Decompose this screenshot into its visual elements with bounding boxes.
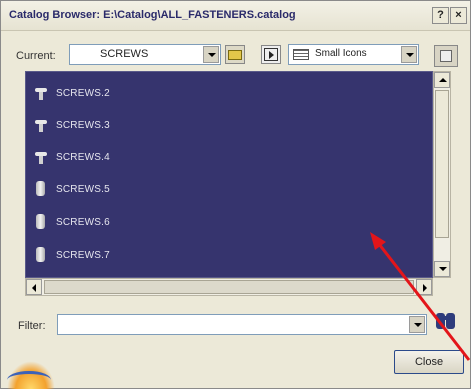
- window-title: Catalog Browser: E:\Catalog\ALL_FASTENER…: [9, 9, 296, 21]
- list-item-label: SCREWS.2: [56, 88, 110, 99]
- list-item[interactable]: SCREWS.3: [32, 116, 282, 136]
- list-item[interactable]: SCREWS.6: [32, 213, 282, 233]
- list-item-label: SCREWS.3: [56, 120, 110, 131]
- list-item-label: SCREWS.7: [56, 250, 110, 261]
- current-chapter-dropdown[interactable]: SCREWS: [69, 44, 221, 65]
- filter-input[interactable]: [57, 314, 427, 335]
- catalog-item-list[interactable]: SCREWS.2 SCREWS.3 SCREWS.4 SCREWS.5 SCRE…: [25, 71, 433, 278]
- list-item-label: SCREWS.6: [56, 217, 110, 228]
- chevron-down-icon[interactable]: [409, 316, 425, 333]
- cylinder-screw-icon: [36, 181, 46, 197]
- folder-icon: [228, 50, 242, 60]
- search-button[interactable]: [430, 307, 460, 335]
- list-item[interactable]: SCREWS.4: [32, 148, 282, 168]
- flat-screw-icon: [34, 150, 48, 164]
- cylinder-screw-icon: [36, 247, 46, 263]
- help-button[interactable]: ?: [432, 7, 449, 24]
- flat-screw-icon: [34, 86, 48, 100]
- current-chapter-value: SCREWS: [100, 48, 149, 60]
- list-item-label: SCREWS.4: [56, 152, 110, 163]
- catia-logo: [7, 349, 55, 389]
- vertical-scrollbar[interactable]: [433, 71, 451, 278]
- horizontal-scroll-thumb[interactable]: [44, 280, 414, 294]
- view-mode-dropdown[interactable]: Small Icons: [288, 44, 419, 65]
- list-item[interactable]: SCREWS.7: [32, 246, 282, 266]
- chevron-down-icon[interactable]: [401, 46, 417, 63]
- list-item[interactable]: SCREWS.5: [32, 180, 282, 200]
- close-button[interactable]: Close: [394, 350, 464, 374]
- next-chapter-icon: [264, 48, 278, 61]
- go-to-next-chapter-button[interactable]: [261, 45, 281, 64]
- close-window-button[interactable]: ×: [450, 7, 467, 24]
- open-catalog-button[interactable]: [434, 45, 458, 67]
- cylinder-screw-icon: [36, 214, 46, 230]
- flat-screw-icon: [34, 118, 48, 132]
- list-view-icon: [293, 49, 309, 60]
- title-bar[interactable]: Catalog Browser: E:\Catalog\ALL_FASTENER…: [1, 1, 470, 31]
- scroll-right-arrow-icon[interactable]: [416, 279, 432, 295]
- scroll-up-arrow-icon[interactable]: [434, 72, 450, 88]
- scroll-left-arrow-icon[interactable]: [26, 279, 42, 295]
- chevron-down-icon[interactable]: [203, 46, 219, 63]
- list-item-label: SCREWS.5: [56, 184, 110, 195]
- catalog-browser-dialog: Catalog Browser: E:\Catalog\ALL_FASTENER…: [0, 0, 471, 389]
- vertical-scroll-thumb[interactable]: [435, 90, 449, 238]
- open-catalog-icon: [440, 50, 452, 62]
- browse-folder-button[interactable]: [225, 45, 245, 64]
- horizontal-scrollbar[interactable]: [25, 278, 433, 296]
- filter-label: Filter:: [18, 320, 46, 332]
- view-mode-value: Small Icons: [315, 48, 367, 59]
- current-label: Current:: [16, 50, 56, 62]
- scroll-down-arrow-icon[interactable]: [434, 261, 450, 277]
- list-item[interactable]: SCREWS.2: [32, 84, 282, 104]
